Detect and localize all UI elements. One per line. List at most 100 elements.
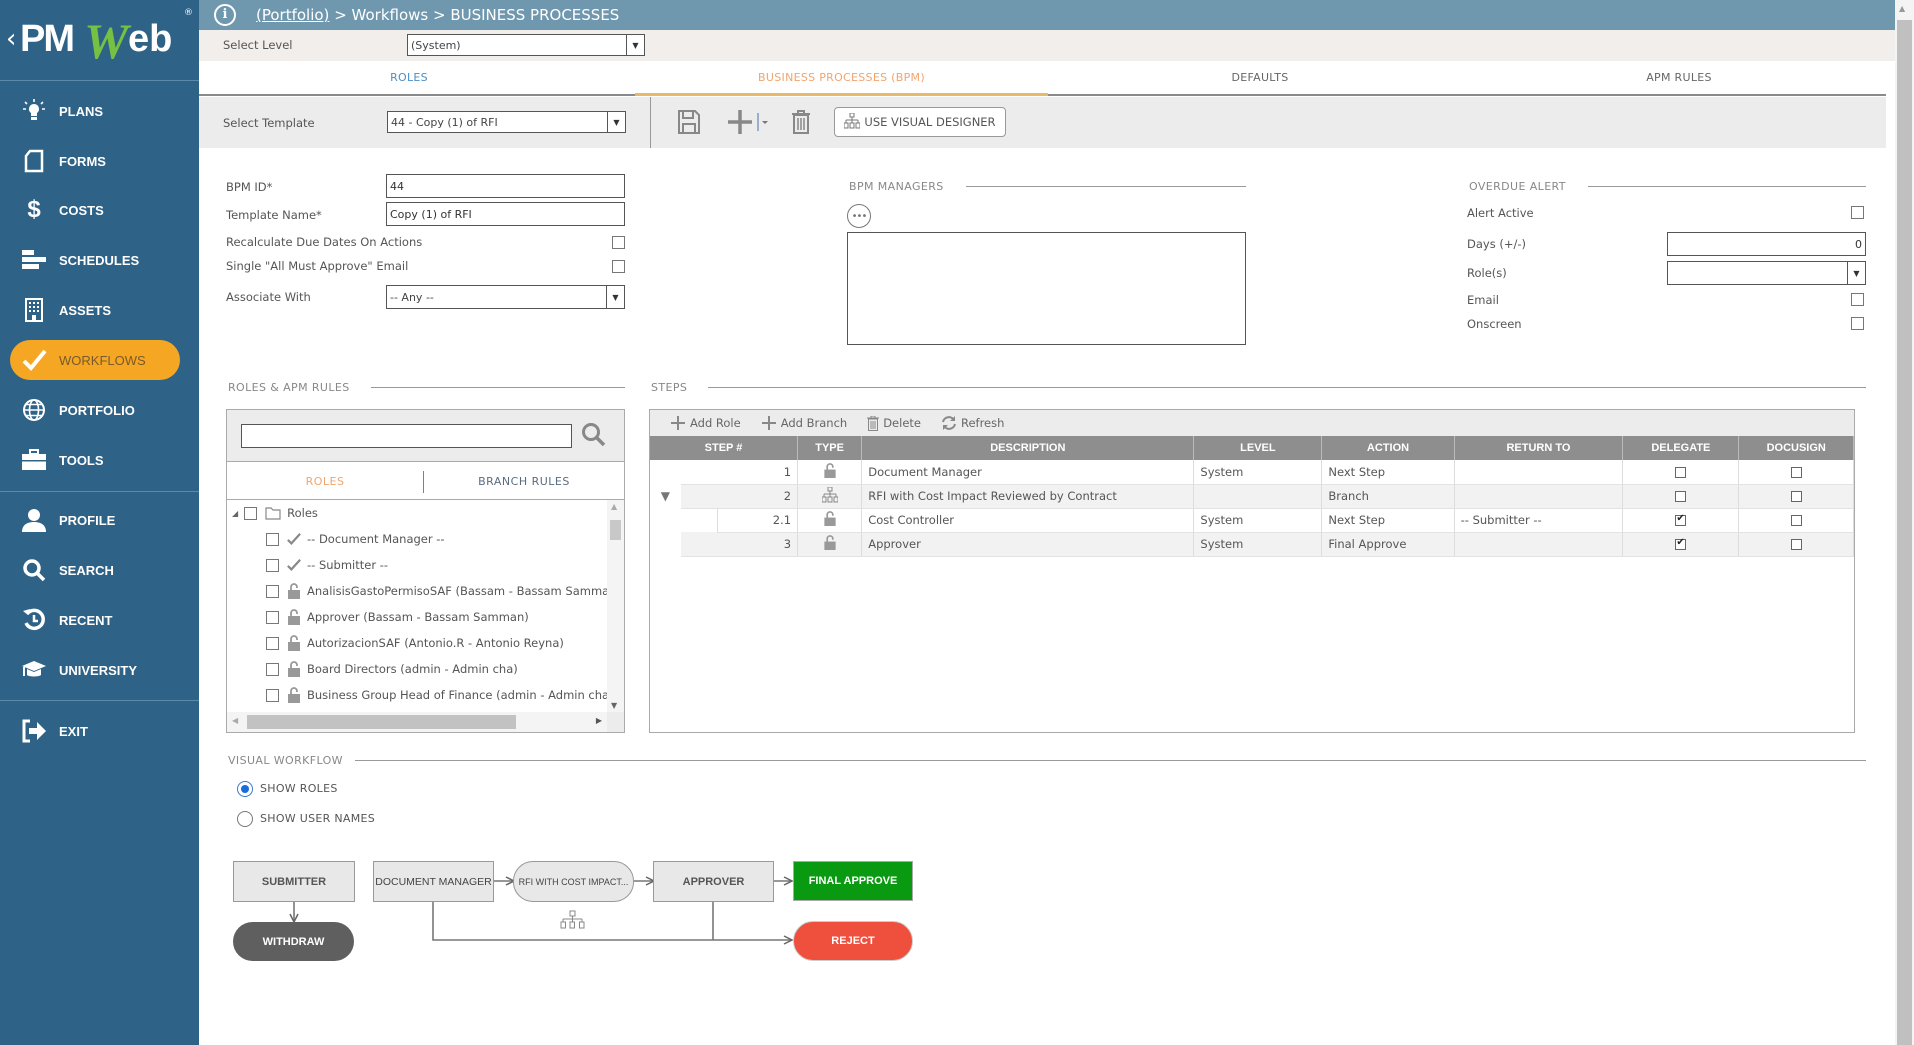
delegate-checkbox[interactable] [1675, 491, 1687, 502]
sidebar-item-exit[interactable]: EXIT [10, 711, 180, 751]
tree-checkbox[interactable] [266, 584, 279, 598]
info-icon[interactable]: i [214, 4, 236, 26]
workflow-node-withdraw[interactable]: WITHDRAW [233, 922, 354, 961]
col-level[interactable]: LEVEL [1193, 436, 1323, 460]
tree-item[interactable]: Approver (Bassam - Bassam Samman) [266, 607, 529, 627]
chevron-down-icon[interactable]: ▼ [607, 112, 625, 132]
sidebar-item-plans[interactable]: PLANS [10, 91, 180, 131]
more-options-icon[interactable]: ••• [847, 204, 871, 228]
docusign-checkbox[interactable] [1790, 515, 1802, 526]
days-input[interactable]: 0 [1667, 232, 1866, 256]
bpm-id-input[interactable]: 44 [386, 174, 625, 198]
back-chevron-icon[interactable]: ‹ [6, 24, 16, 54]
col-step[interactable]: STEP # [650, 436, 799, 460]
collapse-triangle-icon[interactable]: ◢ [232, 509, 238, 518]
show-user-names-radio[interactable] [237, 811, 253, 827]
col-action[interactable]: ACTION [1321, 436, 1455, 460]
tree-item[interactable]: -- Submitter -- [266, 555, 388, 575]
sidebar-item-schedules[interactable]: SCHEDULES [10, 240, 180, 280]
col-docusign[interactable]: DOCUSIGN [1738, 436, 1854, 460]
sidebar-item-recent[interactable]: RECENT [10, 600, 180, 640]
delete-step-button[interactable]: Delete [867, 415, 921, 431]
recalculate-due-dates-checkbox[interactable] [612, 236, 625, 249]
select-template-dropdown[interactable]: 44 - Copy (1) of RFI ▼ [387, 111, 626, 133]
table-row[interactable]: ▼ 2 RFI with Cost Impact Reviewed by Con… [650, 484, 1854, 509]
sidebar-item-assets[interactable]: ASSETS [10, 290, 180, 330]
scroll-right-icon[interactable]: ▶ [596, 716, 602, 725]
page-vertical-scrollbar[interactable]: ▲ [1895, 0, 1914, 1045]
scroll-down-icon[interactable]: ▼ [611, 701, 617, 710]
tab-apm-rules[interactable]: APM RULES [1472, 61, 1886, 94]
subtab-roles[interactable]: ROLES [227, 462, 423, 500]
table-row[interactable]: 1 Document Manager System Next Step [650, 460, 1854, 485]
subtab-branch-rules[interactable]: BRANCH RULES [424, 462, 624, 500]
tree-item[interactable]: -- Document Manager -- [266, 529, 445, 549]
workflow-node-approver[interactable]: APPROVER [653, 861, 774, 902]
docusign-checkbox[interactable] [1790, 491, 1802, 502]
table-row[interactable]: 3 Approver System Final Approve [650, 532, 1854, 557]
chevron-down-icon[interactable]: ▼ [626, 35, 644, 55]
scroll-thumb[interactable] [247, 715, 516, 729]
add-role-button[interactable]: Add Role [670, 415, 741, 431]
workflow-node-rfi-branch[interactable]: RFI WITH COST IMPACT... [513, 861, 634, 902]
save-icon[interactable] [676, 109, 702, 135]
scroll-thumb[interactable] [1897, 20, 1912, 1045]
scroll-thumb[interactable] [610, 520, 621, 540]
sidebar-item-forms[interactable]: FORMS [10, 141, 180, 181]
col-delegate[interactable]: DELEGATE [1622, 436, 1740, 460]
sidebar-item-workflows[interactable]: WORKFLOWS [10, 340, 180, 380]
refresh-button[interactable]: Refresh [941, 415, 1004, 431]
tree-root-roles[interactable]: ◢ Roles [232, 503, 318, 523]
scroll-up-icon[interactable]: ▲ [611, 502, 617, 511]
breadcrumb-portfolio-link[interactable]: (Portfolio) [256, 6, 329, 24]
chevron-down-icon[interactable]: ▼ [606, 286, 624, 308]
delegate-checkbox[interactable] [1675, 537, 1687, 550]
alert-roles-dropdown[interactable]: ▼ [1667, 261, 1866, 285]
sidebar-item-portfolio[interactable]: PORTFOLIO [10, 390, 180, 430]
tree-checkbox[interactable] [266, 688, 279, 702]
roles-vertical-scrollbar[interactable]: ▲ ▼ [607, 500, 624, 712]
tree-checkbox[interactable] [266, 532, 279, 546]
add-icon[interactable] [725, 109, 755, 135]
docusign-checkbox[interactable] [1790, 466, 1802, 478]
tab-roles[interactable]: ROLES [199, 61, 619, 94]
workflow-node-submitter[interactable]: SUBMITTER [233, 861, 355, 902]
add-branch-button[interactable]: Add Branch [761, 415, 847, 431]
single-email-checkbox[interactable] [612, 260, 625, 273]
tab-defaults[interactable]: DEFAULTS [1048, 61, 1472, 94]
tree-checkbox[interactable] [266, 610, 279, 624]
search-icon[interactable] [581, 422, 607, 451]
tree-item[interactable]: Business Group Head of Finance (admin - … [266, 685, 607, 705]
alert-active-checkbox[interactable] [1851, 206, 1864, 219]
roles-horizontal-scrollbar[interactable]: ◀ ▶ [227, 712, 607, 732]
col-description[interactable]: DESCRIPTION [861, 436, 1195, 460]
bpm-managers-list[interactable] [847, 232, 1246, 345]
tree-item[interactable]: AnalisisGastoPermisoSAF (Bassam - Bassam… [266, 581, 607, 601]
show-roles-radio[interactable] [237, 781, 253, 797]
workflow-node-reject[interactable]: REJECT [793, 921, 913, 961]
delegate-checkbox[interactable] [1675, 513, 1687, 526]
docusign-checkbox[interactable] [1790, 539, 1802, 550]
scroll-up-icon[interactable]: ▲ [1899, 4, 1905, 13]
tree-item[interactable]: AutorizacionSAF (Antonio.R - Antonio Rey… [266, 633, 564, 653]
tree-item[interactable]: Board Directors (admin - Admin cha) [266, 659, 518, 679]
tree-checkbox[interactable] [244, 506, 258, 520]
col-return-to[interactable]: RETURN TO [1454, 436, 1624, 460]
tree-checkbox[interactable] [266, 662, 279, 676]
onscreen-checkbox[interactable] [1851, 317, 1864, 330]
template-name-input[interactable]: Copy (1) of RFI [386, 202, 625, 226]
expand-triangle-icon[interactable]: ▼ [650, 484, 681, 508]
chevron-down-icon[interactable]: ▼ [1847, 262, 1865, 284]
sidebar-item-university[interactable]: UNIVERSITY [10, 650, 180, 690]
col-type[interactable]: TYPE [797, 436, 863, 460]
pmweb-logo[interactable]: ‹ PM W eb ® [6, 8, 196, 69]
select-level-dropdown[interactable]: (System) ▼ [407, 34, 645, 56]
roles-search-input[interactable] [241, 424, 572, 448]
workflow-node-document-manager[interactable]: DOCUMENT MANAGER [373, 861, 494, 902]
table-row[interactable]: 2.1 Cost Controller System Next Step -- … [650, 508, 1854, 533]
tab-business-processes[interactable]: BUSINESS PROCESSES (BPM) [635, 61, 1048, 96]
workflow-node-final-approve[interactable]: FINAL APPROVE [793, 861, 913, 901]
tree-checkbox[interactable] [266, 558, 279, 572]
use-visual-designer-button[interactable]: USE VISUAL DESIGNER [834, 107, 1006, 137]
sidebar-item-search[interactable]: SEARCH [10, 550, 180, 590]
